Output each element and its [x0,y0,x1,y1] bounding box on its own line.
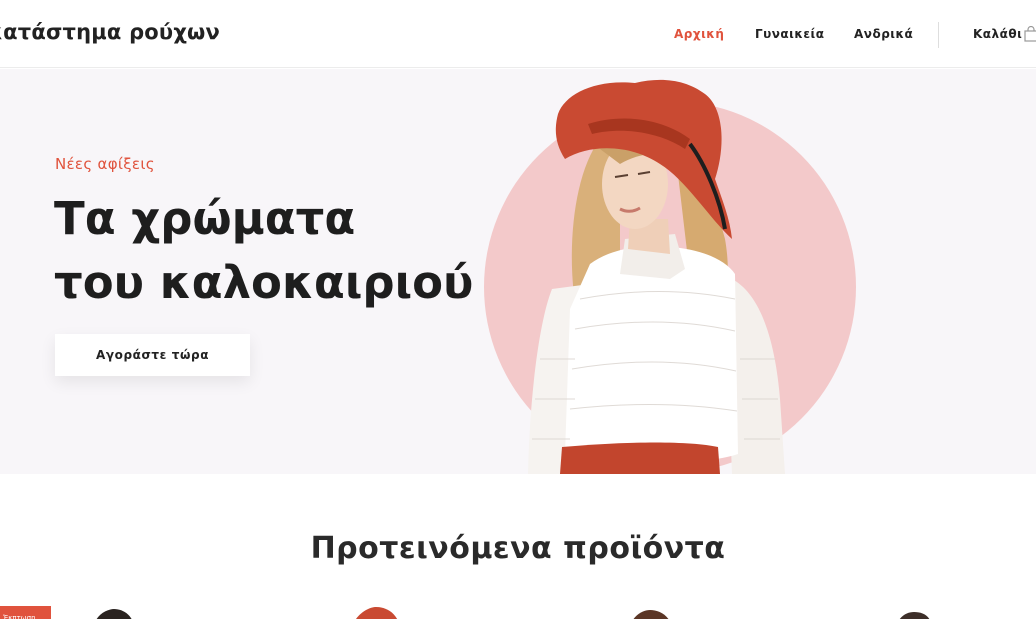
hero-model-image [484,79,856,474]
hero-title: Τα χρώματα του καλοκαιριού [54,187,473,315]
nav-women[interactable]: Γυναικεία [755,27,824,41]
nav-divider [938,22,939,48]
shop-now-button[interactable]: Αγοράστε τώρα [55,334,250,376]
nav-home[interactable]: Αρχική [674,27,724,41]
hero-title-line-2: του καλοκαιριού [54,256,474,309]
site-logo[interactable]: κατάστημα ρούχων [0,20,220,44]
product-thumb-2[interactable] [348,606,404,619]
page: κατάστημα ρούχων Αρχική Γυναικεία Ανδρικ… [0,0,1036,619]
sale-badge: Έκπτωση [0,606,51,619]
hero-kicker: Νέες αφίξεις [55,155,155,173]
product-thumb-4[interactable] [886,606,942,619]
cart-link[interactable]: Καλάθι [973,27,1022,41]
shopping-bag-icon[interactable] [1024,26,1036,42]
product-thumb-3[interactable] [622,606,678,619]
product-thumb-1[interactable] [86,606,142,619]
hero-banner: Νέες αφίξεις Τα χρώματα του καλοκαιριού … [0,69,1036,474]
hero-title-line-1: Τα χρώματα [54,192,356,245]
featured-products-heading: Προτεινόμενα προϊόντα [310,531,726,566]
site-header: κατάστημα ρούχων Αρχική Γυναικεία Ανδρικ… [0,0,1036,68]
nav-men[interactable]: Ανδρικά [854,27,913,41]
